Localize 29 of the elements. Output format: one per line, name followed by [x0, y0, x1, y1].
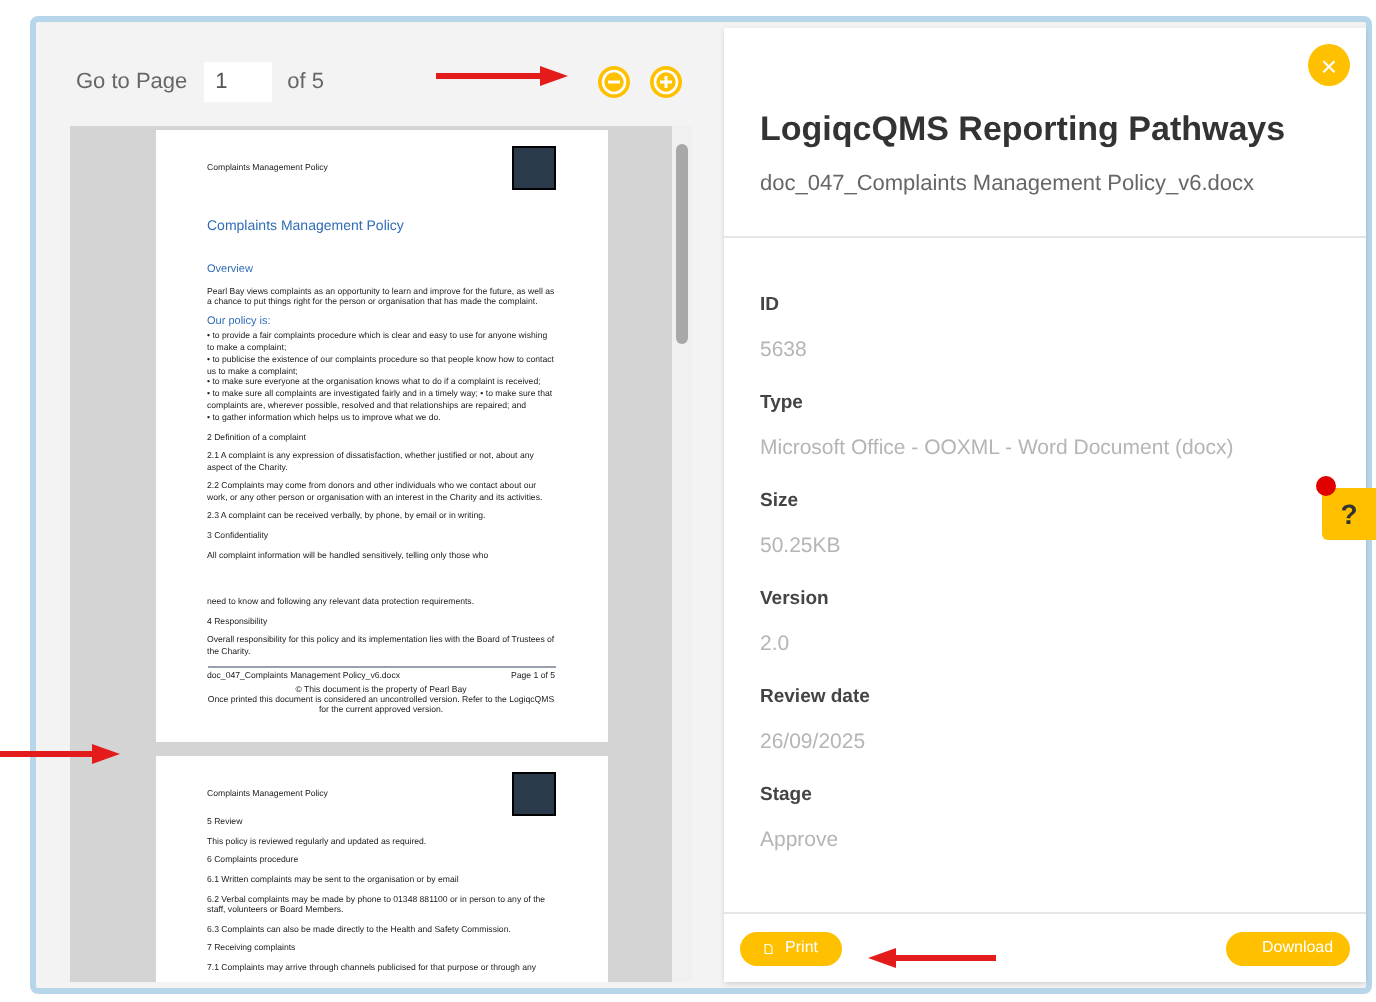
field-label: Review date — [760, 684, 872, 712]
document-title: LogiqcQMS Reporting Pathways — [760, 108, 1288, 152]
annotation-arrow — [0, 744, 120, 764]
zoom-in-icon[interactable] — [648, 64, 684, 100]
field-label: Version — [760, 586, 831, 614]
field-label: Type — [760, 390, 805, 418]
document-icon — [764, 939, 774, 957]
logo-placeholder — [511, 772, 555, 816]
page-input[interactable]: 1 — [203, 62, 272, 102]
field-label: Size — [760, 488, 801, 516]
field-value: 26/09/2025 — [760, 728, 868, 759]
field-value: 5638 — [760, 336, 809, 367]
page-count: of 5 — [287, 67, 325, 98]
logo-placeholder — [511, 146, 555, 190]
zoom-out-icon[interactable] — [596, 64, 632, 100]
print-button[interactable]: Print — [740, 931, 842, 965]
annotation-arrow — [868, 948, 996, 968]
field-value: 2.0 — [760, 630, 792, 661]
field-label: Stage — [760, 782, 814, 810]
file-name: doc_047_Complaints Management Policy_v6.docx — [760, 169, 1257, 199]
close-button[interactable]: × — [1308, 44, 1350, 86]
field-value: Approve — [760, 826, 841, 857]
field-value: Microsoft Office - OOXML - Word Document (docx) — [760, 434, 1236, 465]
field-label: ID — [760, 292, 781, 320]
download-button[interactable]: Download — [1226, 931, 1350, 965]
help-button[interactable]: ? — [1322, 488, 1376, 540]
annotation-arrow — [436, 66, 568, 86]
field-value: 50.25KB — [760, 532, 843, 563]
go-to-page-label: Go to Page — [76, 67, 188, 98]
